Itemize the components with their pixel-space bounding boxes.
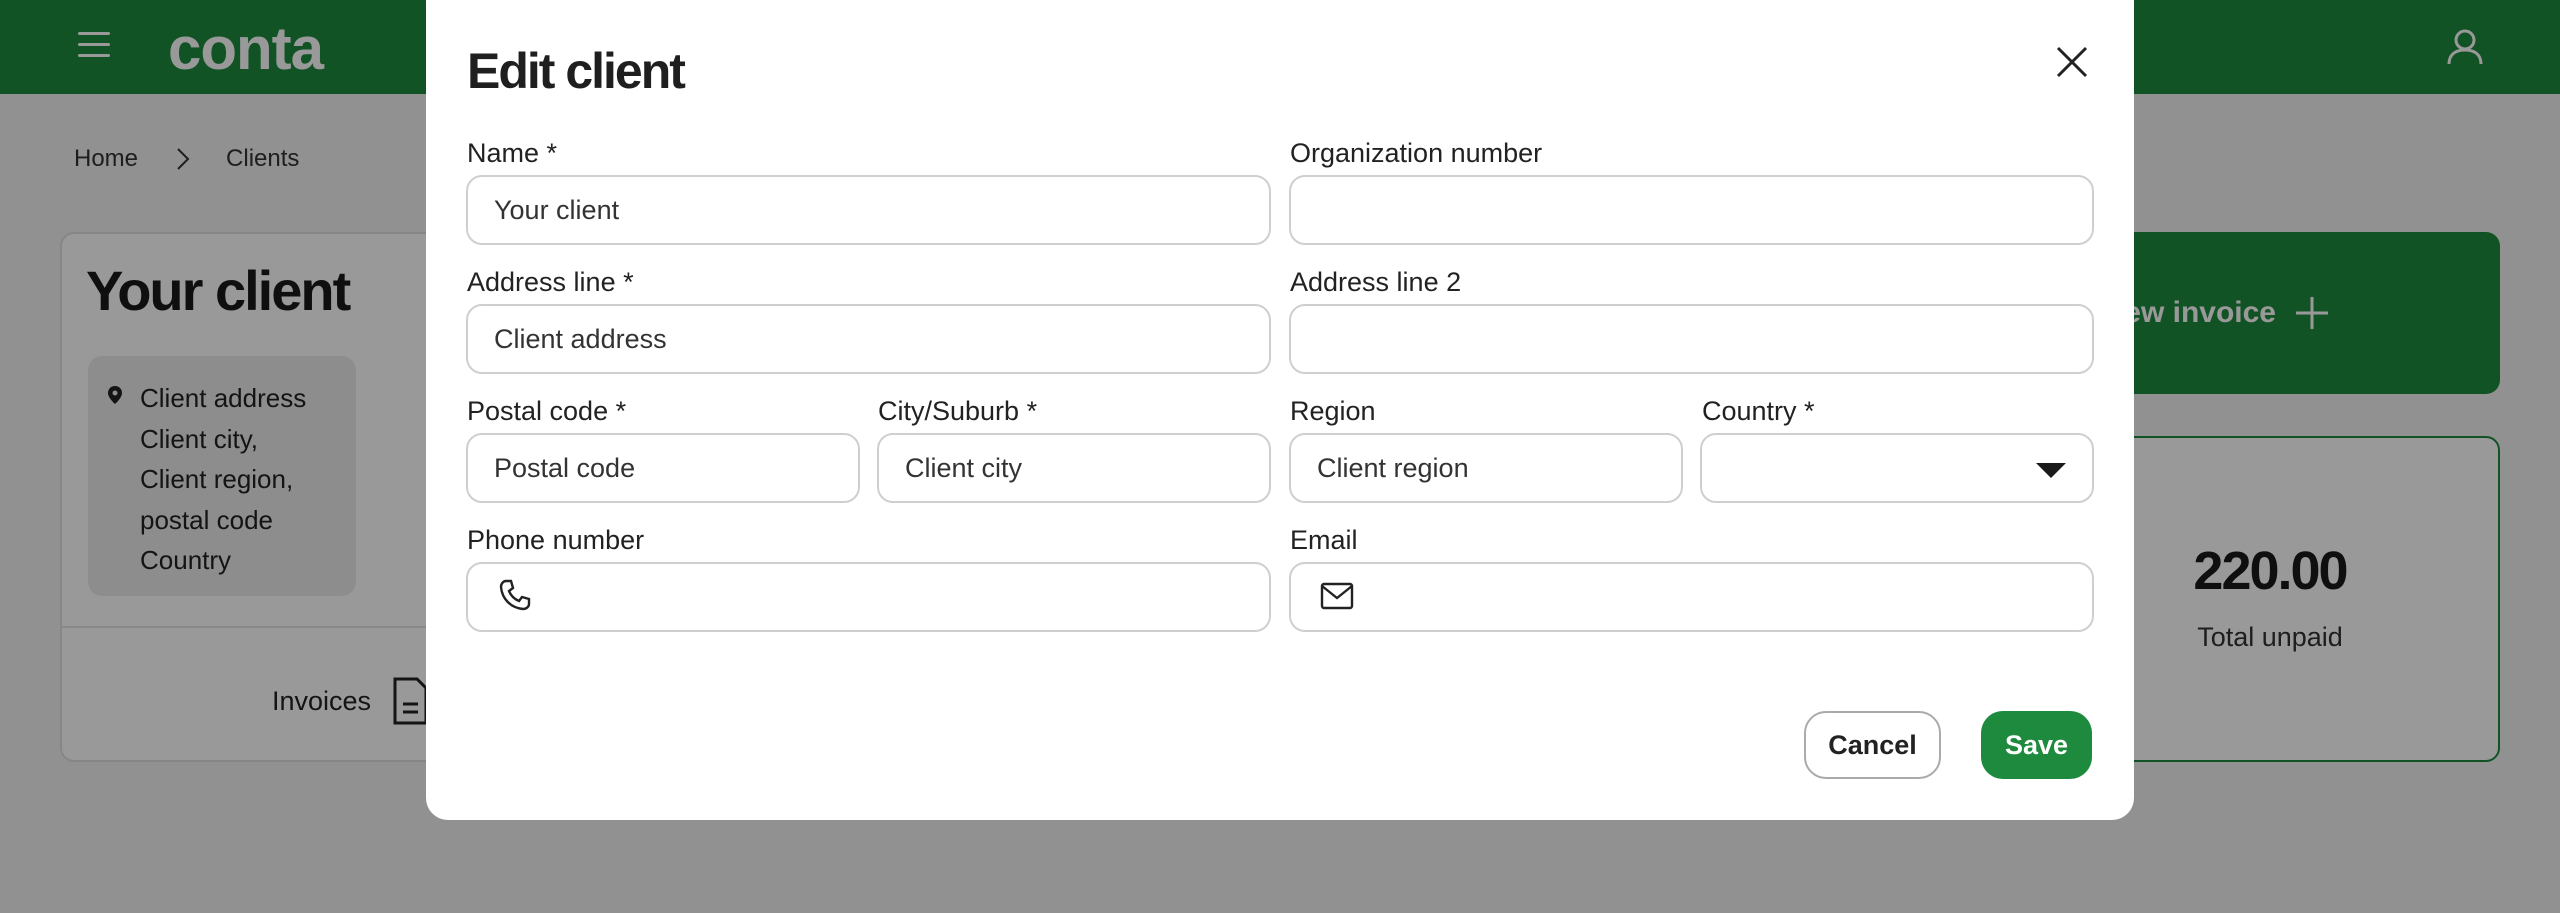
envelope-icon xyxy=(1320,582,1354,610)
country-label: Country * xyxy=(1702,396,1815,426)
address-line-label: Address line * xyxy=(467,267,634,297)
city-label: City/Suburb * xyxy=(878,396,1038,426)
address-line2-input[interactable] xyxy=(1289,304,2094,374)
phone-label: Phone number xyxy=(467,525,645,555)
name-label: Name * xyxy=(467,138,558,168)
postal-code-label: Postal code * xyxy=(467,396,627,426)
city-input[interactable] xyxy=(877,433,1271,503)
organization-number-input[interactable] xyxy=(1289,175,2094,245)
country-select[interactable] xyxy=(1700,433,2094,503)
email-input[interactable] xyxy=(1289,562,2094,632)
name-input[interactable] xyxy=(466,175,1271,245)
phone-icon xyxy=(499,579,531,611)
email-label: Email xyxy=(1290,525,1358,555)
dialog-title: Edit client xyxy=(467,43,686,99)
edit-client-dialog xyxy=(426,0,2134,820)
chevron-down-icon xyxy=(2036,463,2066,478)
cancel-button[interactable]: Cancel xyxy=(1804,711,1941,779)
phone-input[interactable] xyxy=(466,562,1271,632)
address-line2-label: Address line 2 xyxy=(1290,267,1462,297)
postal-code-input[interactable] xyxy=(466,433,860,503)
save-button[interactable]: Save xyxy=(1981,711,2092,779)
address-line-input[interactable] xyxy=(466,304,1271,374)
close-icon[interactable] xyxy=(2054,44,2090,80)
region-input[interactable] xyxy=(1289,433,1683,503)
organization-number-label: Organization number xyxy=(1290,138,1543,168)
region-label: Region xyxy=(1290,396,1376,426)
